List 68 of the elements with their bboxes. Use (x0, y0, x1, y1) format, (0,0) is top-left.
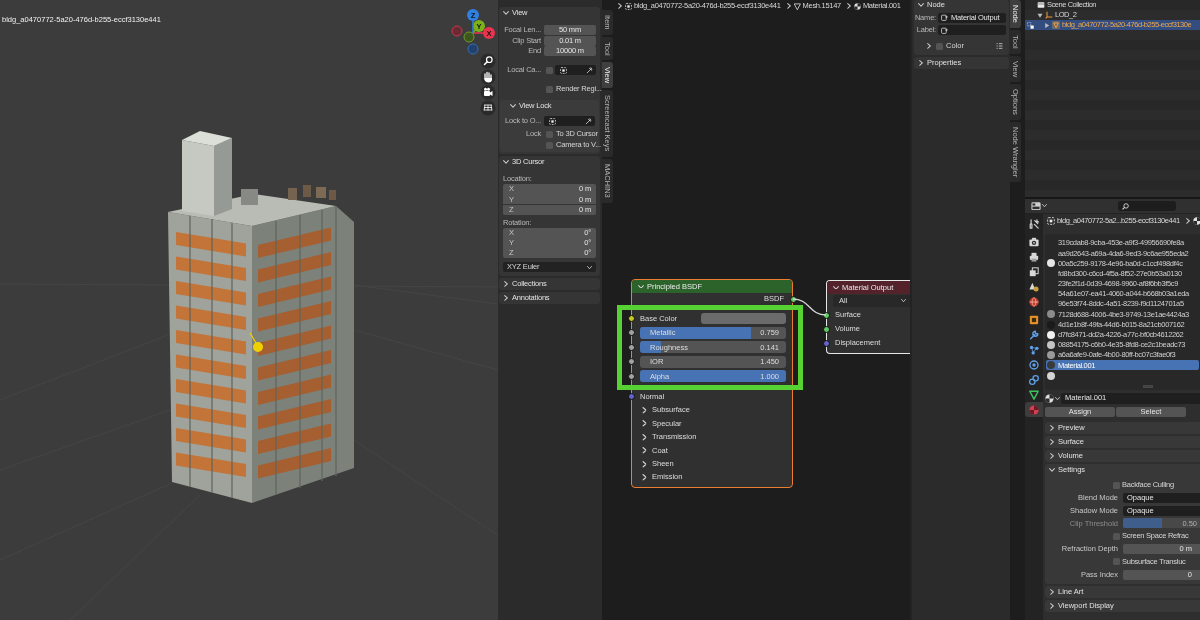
shapes-icon (1029, 281, 1039, 292)
zoom-icon[interactable] (480, 53, 496, 69)
checkbox[interactable] (936, 42, 943, 50)
socket-icon[interactable] (822, 325, 830, 333)
sphere-icon (1045, 393, 1054, 403)
socket-icon[interactable] (789, 295, 797, 303)
chevron-icon[interactable] (833, 285, 839, 290)
squares-icon[interactable] (1027, 21, 1034, 29)
square-icon (625, 2, 632, 10)
sphere-icon (1029, 404, 1039, 415)
checkbox[interactable] (546, 85, 553, 93)
chevron-icon (618, 3, 622, 9)
chevron-icon[interactable] (638, 284, 644, 289)
caret-icon (1042, 204, 1047, 208)
square-icon (1029, 314, 1039, 325)
object-field[interactable] (544, 116, 595, 126)
printer-icon (1029, 251, 1039, 262)
camera-icon[interactable] (480, 85, 496, 100)
globe-icon (1029, 296, 1039, 307)
chevron-icon (1185, 218, 1190, 224)
node-icon (941, 14, 948, 21)
chevron-icon (847, 3, 851, 9)
camera-icon (1029, 236, 1039, 247)
socket-icon[interactable] (822, 311, 830, 319)
grid-icon[interactable] (480, 100, 496, 116)
chevron-icon (786, 3, 791, 9)
link-icon (1029, 374, 1039, 385)
text-field[interactable] (938, 25, 1006, 35)
square-icon (560, 66, 567, 74)
caret-icon (901, 299, 906, 303)
particles-icon (1029, 344, 1039, 355)
caret-icon (587, 265, 592, 269)
panels-icon[interactable] (1031, 201, 1041, 211)
square-icon (549, 117, 556, 125)
triangle-icon (793, 2, 801, 10)
tools-icon (1029, 218, 1039, 229)
checkbox[interactable] (546, 130, 553, 138)
chevron-icon[interactable] (927, 43, 931, 49)
eyedropper-icon[interactable] (585, 117, 592, 125)
orbit-icon (1029, 359, 1039, 370)
wrench-icon (1029, 329, 1039, 340)
disclosure-icon[interactable] (1037, 12, 1043, 18)
axes-icon (1045, 11, 1053, 19)
checkbox[interactable] (1113, 532, 1120, 540)
node-icon (941, 26, 948, 34)
triangle-icon (1029, 389, 1039, 400)
browse-button[interactable] (1045, 393, 1059, 403)
list-icon[interactable] (996, 43, 1003, 49)
color-field[interactable] (701, 312, 786, 324)
light-marker-icon (249, 332, 263, 352)
square-icon (1047, 217, 1055, 225)
disclosure-icon[interactable] (1044, 22, 1050, 28)
layers-icon (1029, 266, 1039, 277)
search-icon (1122, 202, 1129, 210)
caret-icon (1055, 396, 1060, 400)
triangle-icon (1052, 21, 1060, 29)
grip-icon[interactable] (1143, 384, 1153, 388)
checkbox[interactable] (546, 141, 553, 149)
eyedropper-icon[interactable] (586, 66, 593, 74)
checkbox[interactable] (1113, 558, 1120, 566)
hand-icon[interactable] (480, 69, 496, 85)
search-field[interactable] (1118, 201, 1176, 211)
object-field[interactable] (555, 65, 596, 75)
gizmo-axis[interactable] (463, 31, 475, 43)
checkbox[interactable] (1113, 481, 1120, 489)
checkbox[interactable] (546, 66, 553, 74)
box-icon (1037, 1, 1045, 9)
sphere-icon (853, 2, 861, 10)
